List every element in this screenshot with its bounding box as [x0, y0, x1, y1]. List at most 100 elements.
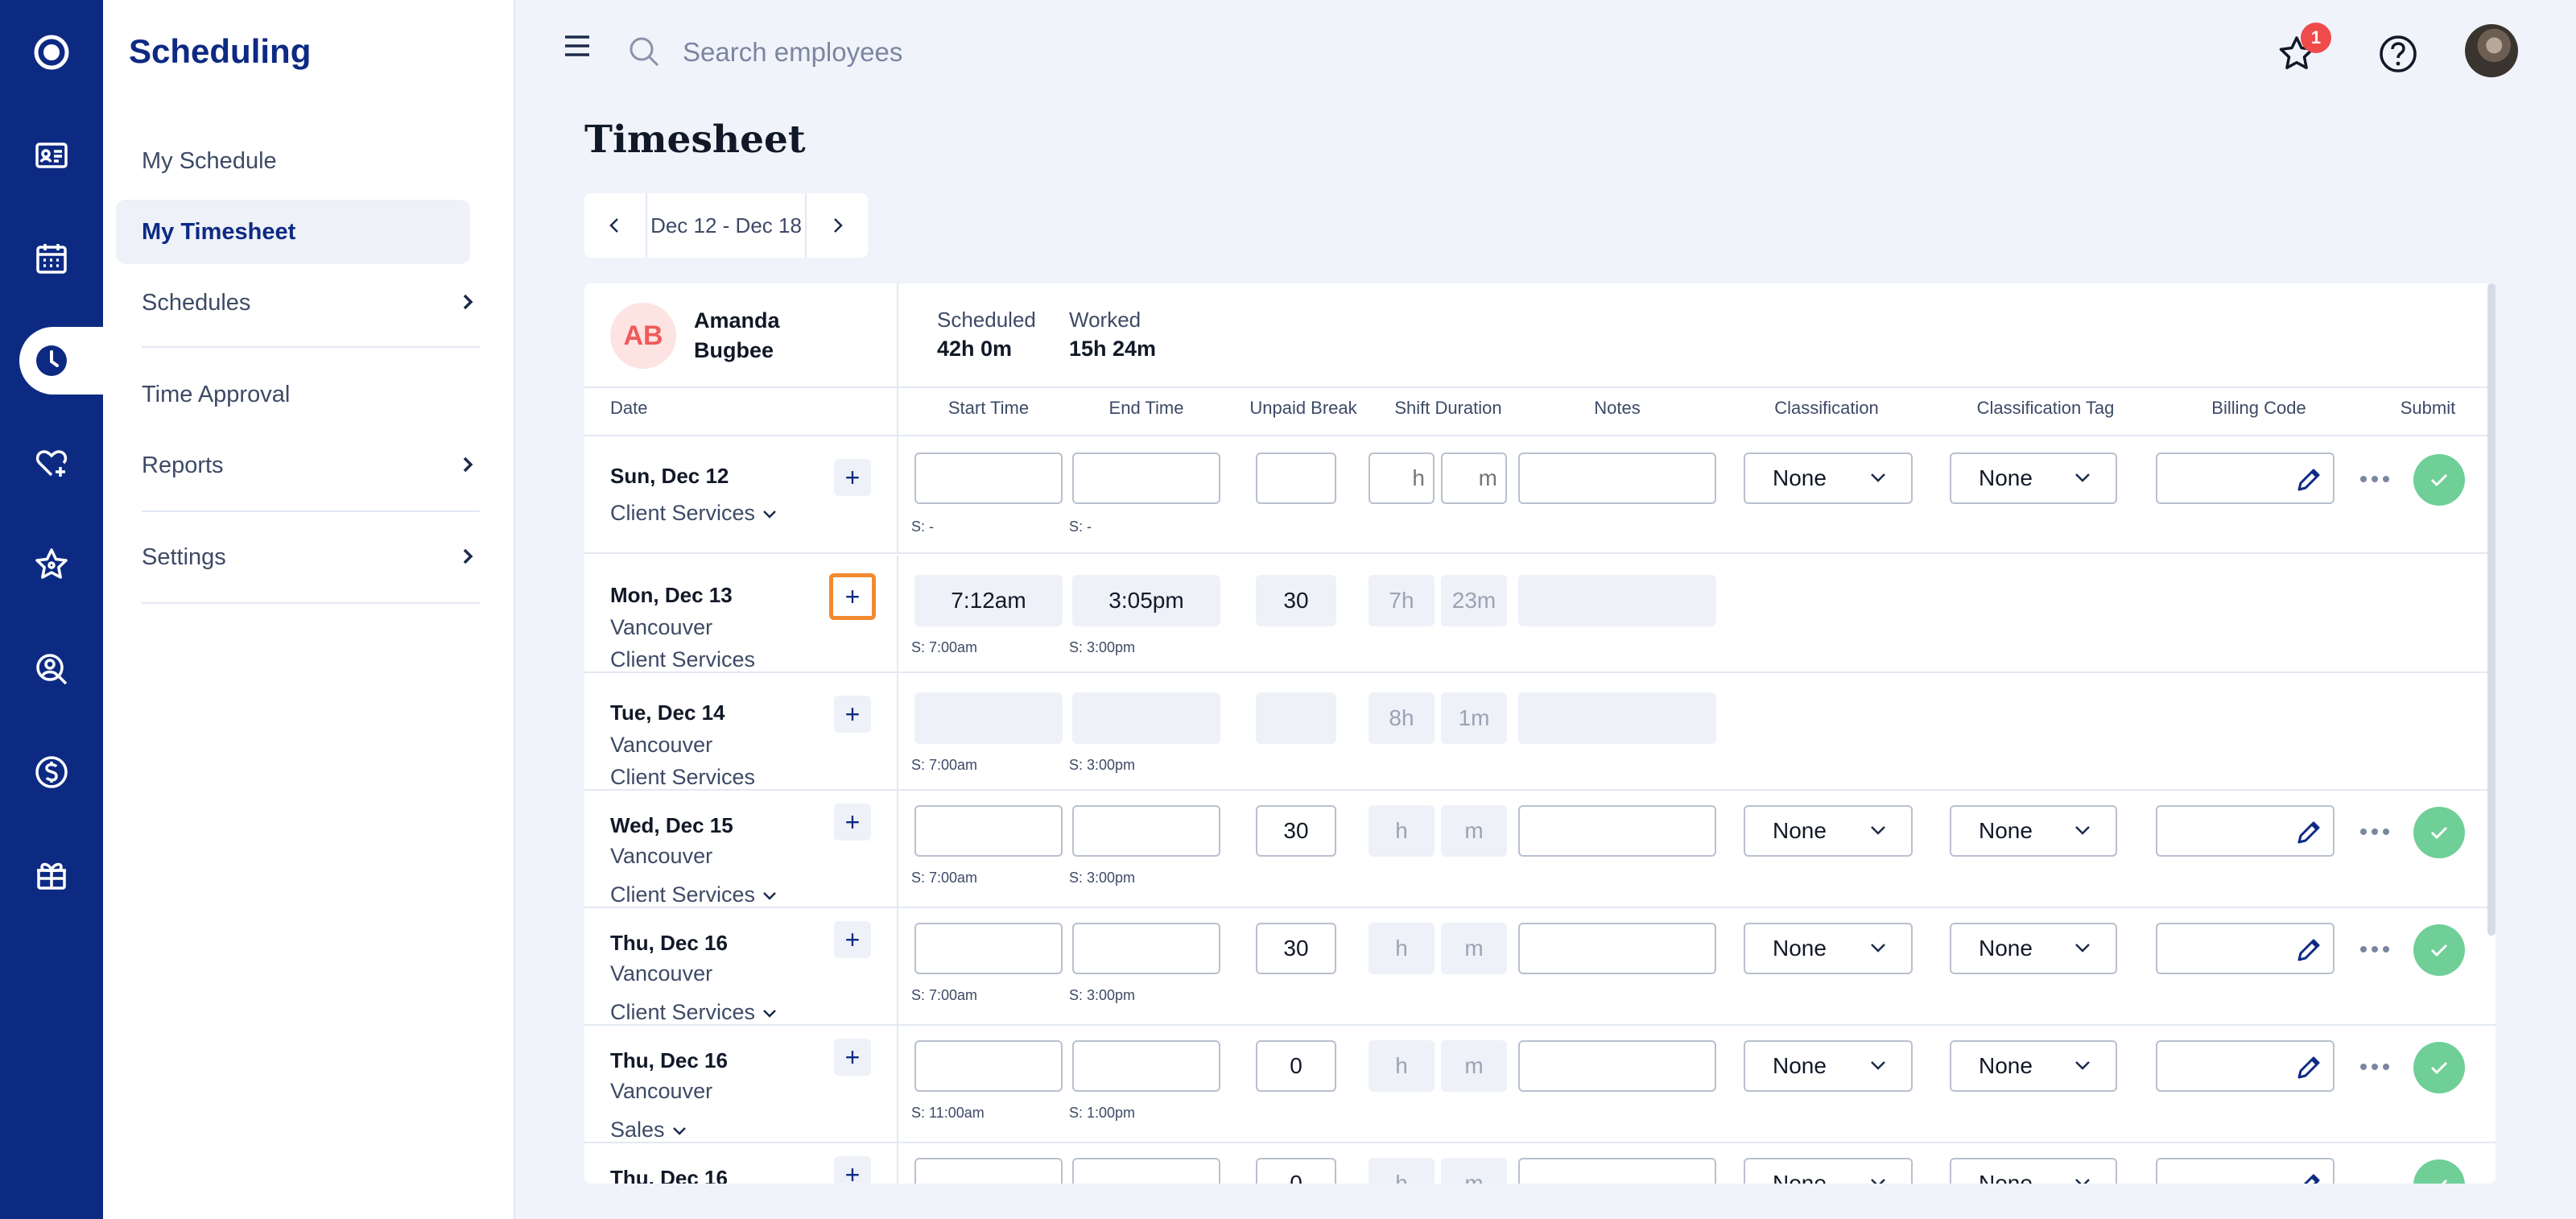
- prev-week-button[interactable]: [584, 193, 646, 258]
- table-row: Thu, Dec 16 Vancouver Sales + S: 11:00am…: [584, 1026, 2496, 1143]
- col-header-billing-code: Billing Code: [2211, 398, 2306, 418]
- scheduled-end: S: 3:00pm: [1069, 870, 1136, 886]
- classification-tag-select[interactable]: None: [1950, 923, 2117, 974]
- unpaid-break-input[interactable]: [1256, 1040, 1336, 1092]
- next-week-button[interactable]: [807, 193, 868, 258]
- classification-select[interactable]: None: [1744, 805, 1913, 857]
- row-department[interactable]: Client Services: [610, 1000, 778, 1025]
- submit-button[interactable]: [2413, 924, 2465, 976]
- duration-hours-input[interactable]: [1368, 452, 1435, 504]
- add-entry-button[interactable]: +: [834, 804, 871, 841]
- add-entry-button[interactable]: +: [834, 696, 871, 733]
- billing-code-field[interactable]: [2156, 923, 2334, 974]
- end-time-input[interactable]: [1072, 1040, 1220, 1092]
- search-person-icon[interactable]: [0, 633, 103, 705]
- nav-reports[interactable]: Reports: [142, 433, 480, 498]
- classification-select[interactable]: None: [1744, 1040, 1913, 1092]
- add-entry-button[interactable]: +: [834, 459, 871, 496]
- nav-time-approval[interactable]: Time Approval: [142, 362, 480, 427]
- more-options-icon[interactable]: [2359, 826, 2391, 837]
- notes-input[interactable]: [1518, 805, 1716, 857]
- end-time-input[interactable]: [1072, 1158, 1220, 1184]
- row-department[interactable]: Client Services: [610, 882, 778, 907]
- submit-button[interactable]: [2413, 1042, 2465, 1093]
- more-options-icon[interactable]: [2359, 944, 2391, 955]
- worked-label: Worked: [1069, 308, 1141, 332]
- notes-input[interactable]: [1518, 923, 1716, 974]
- notes-input[interactable]: [1518, 1040, 1716, 1092]
- employee-avatar: AB: [610, 303, 676, 369]
- pencil-icon[interactable]: [2293, 1052, 2325, 1084]
- classification-tag-select[interactable]: None: [1950, 1040, 2117, 1092]
- hamburger-menu-icon[interactable]: [564, 34, 591, 58]
- end-time-input[interactable]: [1072, 452, 1220, 504]
- unpaid-break-input[interactable]: [1256, 923, 1336, 974]
- nav-settings[interactable]: Settings: [142, 525, 480, 589]
- row-department[interactable]: Client Services: [610, 501, 778, 526]
- scheduled-start: S: -: [911, 519, 935, 535]
- start-time-input[interactable]: [914, 923, 1063, 974]
- add-entry-button[interactable]: +: [829, 573, 876, 620]
- more-options-icon[interactable]: [2359, 473, 2391, 485]
- calendar-icon[interactable]: [0, 222, 103, 295]
- duration-hours-input: [1368, 692, 1435, 744]
- app-rail: [0, 0, 108, 1219]
- notes-input[interactable]: [1518, 1158, 1716, 1184]
- nav-schedules[interactable]: Schedules: [142, 271, 480, 335]
- duration-minutes-input[interactable]: [1441, 452, 1507, 504]
- start-time-input[interactable]: [914, 1040, 1063, 1092]
- help-icon[interactable]: [2376, 32, 2420, 76]
- pencil-icon[interactable]: [2293, 1169, 2325, 1184]
- worked-value: 15h 24m: [1069, 337, 1157, 361]
- start-time-input[interactable]: [914, 452, 1063, 504]
- nav-my-schedule[interactable]: My Schedule: [142, 129, 480, 193]
- chevron-down-icon: [1871, 1179, 1885, 1184]
- add-entry-button[interactable]: +: [834, 921, 871, 958]
- id-card-icon[interactable]: [0, 119, 103, 192]
- user-avatar[interactable]: [2465, 24, 2518, 77]
- submit-button[interactable]: [2413, 807, 2465, 858]
- dollar-icon[interactable]: [0, 736, 103, 808]
- clock-icon[interactable]: [0, 324, 103, 397]
- gift-icon[interactable]: [0, 839, 103, 911]
- classification-tag-select[interactable]: None: [1950, 805, 2117, 857]
- billing-code-field[interactable]: [2156, 1158, 2334, 1184]
- add-entry-button[interactable]: +: [834, 1156, 871, 1184]
- submit-button[interactable]: [2413, 454, 2465, 506]
- logo-icon[interactable]: [0, 16, 103, 89]
- pencil-icon[interactable]: [2293, 934, 2325, 966]
- classification-tag-select[interactable]: None: [1950, 1158, 2117, 1184]
- star-icon[interactable]: [0, 528, 103, 601]
- billing-code-field[interactable]: [2156, 805, 2334, 857]
- classification-tag-select[interactable]: None: [1950, 452, 2117, 504]
- unpaid-break-input[interactable]: [1256, 452, 1336, 504]
- billing-code-field[interactable]: [2156, 1040, 2334, 1092]
- unpaid-break-input[interactable]: [1256, 805, 1336, 857]
- billing-code-field[interactable]: [2156, 452, 2334, 504]
- end-time-input[interactable]: [1072, 805, 1220, 857]
- submit-button[interactable]: [2413, 1159, 2465, 1184]
- nav-label: My Timesheet: [142, 218, 296, 245]
- start-time-input[interactable]: [914, 1158, 1063, 1184]
- date-range-label: Dec 12 - Dec 18: [646, 193, 807, 258]
- start-time-input[interactable]: [914, 805, 1063, 857]
- nav-my-timesheet[interactable]: My Timesheet: [116, 200, 470, 264]
- classification-select[interactable]: None: [1744, 923, 1913, 974]
- add-entry-button[interactable]: +: [834, 1039, 871, 1076]
- scrollbar[interactable]: [2487, 283, 2496, 936]
- classification-select[interactable]: None: [1744, 452, 1913, 504]
- row-location: Vancouver: [610, 733, 713, 757]
- pencil-icon[interactable]: [2293, 464, 2325, 496]
- unpaid-break-input[interactable]: [1256, 1158, 1336, 1184]
- heart-plus-icon[interactable]: [0, 427, 103, 499]
- classification-select[interactable]: None: [1744, 1158, 1913, 1184]
- page-title: Timesheet: [584, 118, 806, 162]
- pencil-icon[interactable]: [2293, 816, 2325, 849]
- end-time-input[interactable]: [1072, 923, 1220, 974]
- more-options-icon[interactable]: [2359, 1061, 2391, 1072]
- row-department[interactable]: Sales: [610, 1118, 687, 1143]
- chevron-down-icon: [763, 1009, 776, 1018]
- search-input[interactable]: [683, 31, 1246, 74]
- check-icon: [2430, 1061, 2448, 1075]
- notes-input[interactable]: [1518, 452, 1716, 504]
